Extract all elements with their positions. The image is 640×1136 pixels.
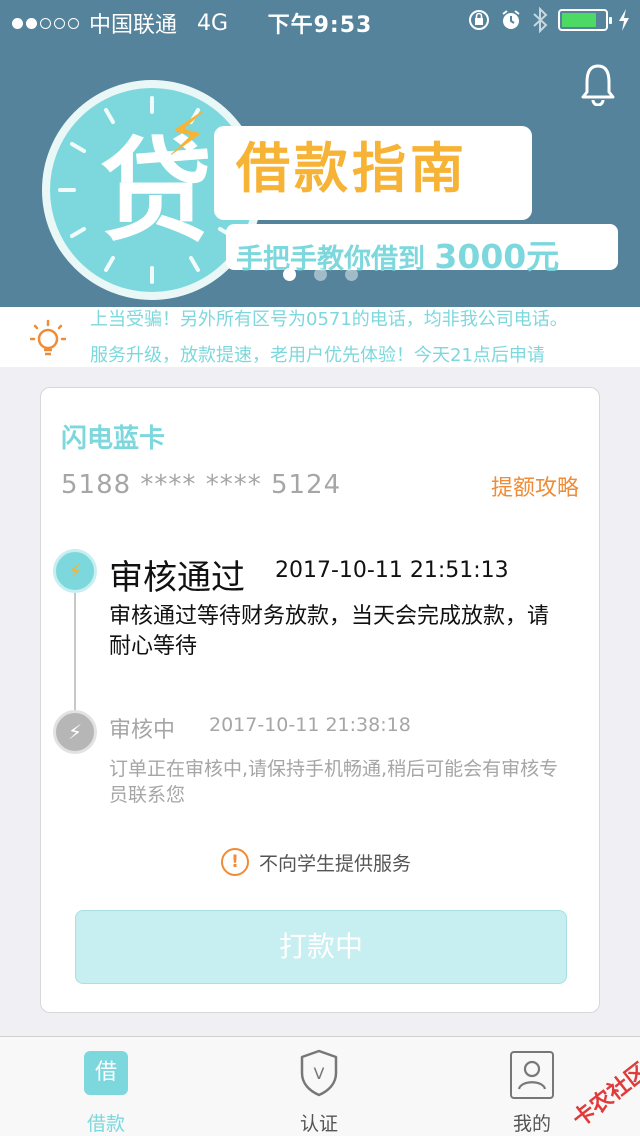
raise-limit-link[interactable]: 提额攻略 bbox=[491, 470, 579, 502]
timeline-step-time: 2017-10-11 21:51:13 bbox=[275, 558, 509, 583]
orientation-lock-icon bbox=[469, 10, 489, 30]
carrier-label: 中国联通 bbox=[89, 13, 178, 38]
timeline-step-desc: 审核通过等待财务放款，当天会完成放款，请耐心等待 bbox=[109, 604, 550, 659]
timeline-step-desc: 订单正在审核中,请保持手机畅通,稍后可能会有审核专员联系您 bbox=[109, 758, 559, 806]
bluetooth-icon bbox=[533, 7, 548, 33]
page-dot[interactable] bbox=[282, 268, 296, 281]
timeline-step-time: 2017-10-11 21:38:18 bbox=[209, 714, 411, 736]
loan-tab-icon: 借 bbox=[84, 1051, 128, 1095]
lightbulb-icon bbox=[30, 319, 66, 356]
bell-icon[interactable] bbox=[580, 62, 616, 106]
banner-pagination[interactable] bbox=[0, 268, 640, 281]
timeline-step-title: 审核中 bbox=[109, 718, 176, 743]
network-label: 4G bbox=[197, 10, 229, 36]
status-bar: 中国联通 4G 下午9:53 bbox=[0, 0, 640, 40]
lightning-icon: ⚡ bbox=[166, 100, 209, 170]
paying-button[interactable]: 打款中 bbox=[75, 910, 567, 984]
page-dot[interactable] bbox=[313, 268, 327, 281]
notice-line-2: 服务升级，放款提速，老用户优先体验！今天21点后申请 bbox=[90, 345, 545, 366]
status-right bbox=[468, 7, 630, 33]
shield-letter: V bbox=[314, 1064, 325, 1083]
timeline-connector bbox=[74, 593, 76, 713]
card-name: 闪电蓝卡 bbox=[61, 424, 166, 454]
notice-marquee: 上当受骗！另外所有区号为0571的电话，均非我公司电话。 服务升级，放款提速，老… bbox=[0, 307, 640, 367]
tab-label: 认证 bbox=[299, 1113, 338, 1135]
warning-text: 不向学生提供服务 bbox=[259, 852, 412, 875]
loan-card: 闪电蓝卡 5188 **** **** 5124 提额攻略 ⚡ 审核通过 201… bbox=[40, 387, 600, 1013]
battery-icon bbox=[558, 9, 612, 31]
promo-banner[interactable]: 贷 ⚡ 借款指南 手把手教你借到 3000元 bbox=[0, 40, 640, 307]
notice-line-1: 上当受骗！另外所有区号为0571的电话，均非我公司电话。 bbox=[90, 309, 568, 330]
timeline-step-title: 审核通过 bbox=[109, 558, 245, 598]
reviewing-status-icon: ⚡ bbox=[53, 710, 97, 754]
tab-verify[interactable]: V 认证 bbox=[259, 1037, 379, 1136]
banner-title: 借款指南 bbox=[236, 137, 468, 200]
shield-icon: V bbox=[300, 1049, 338, 1097]
tab-label: 借款 bbox=[86, 1113, 125, 1135]
user-icon bbox=[510, 1051, 554, 1099]
signal-strength-icon bbox=[12, 17, 79, 29]
approved-status-icon: ⚡ bbox=[53, 549, 97, 593]
exclamation-icon: ! bbox=[221, 848, 249, 876]
alarm-icon bbox=[502, 10, 520, 29]
page-dot[interactable] bbox=[344, 268, 358, 281]
card-number: 5188 **** **** 5124 bbox=[61, 470, 342, 500]
tab-bar: 借 借款 V 认证 我的 bbox=[0, 1036, 640, 1136]
student-warning: ! 不向学生提供服务 bbox=[221, 848, 411, 876]
charging-icon bbox=[619, 9, 629, 31]
status-left: 中国联通 4G bbox=[12, 7, 228, 39]
tab-loan[interactable]: 借 借款 bbox=[46, 1037, 166, 1136]
